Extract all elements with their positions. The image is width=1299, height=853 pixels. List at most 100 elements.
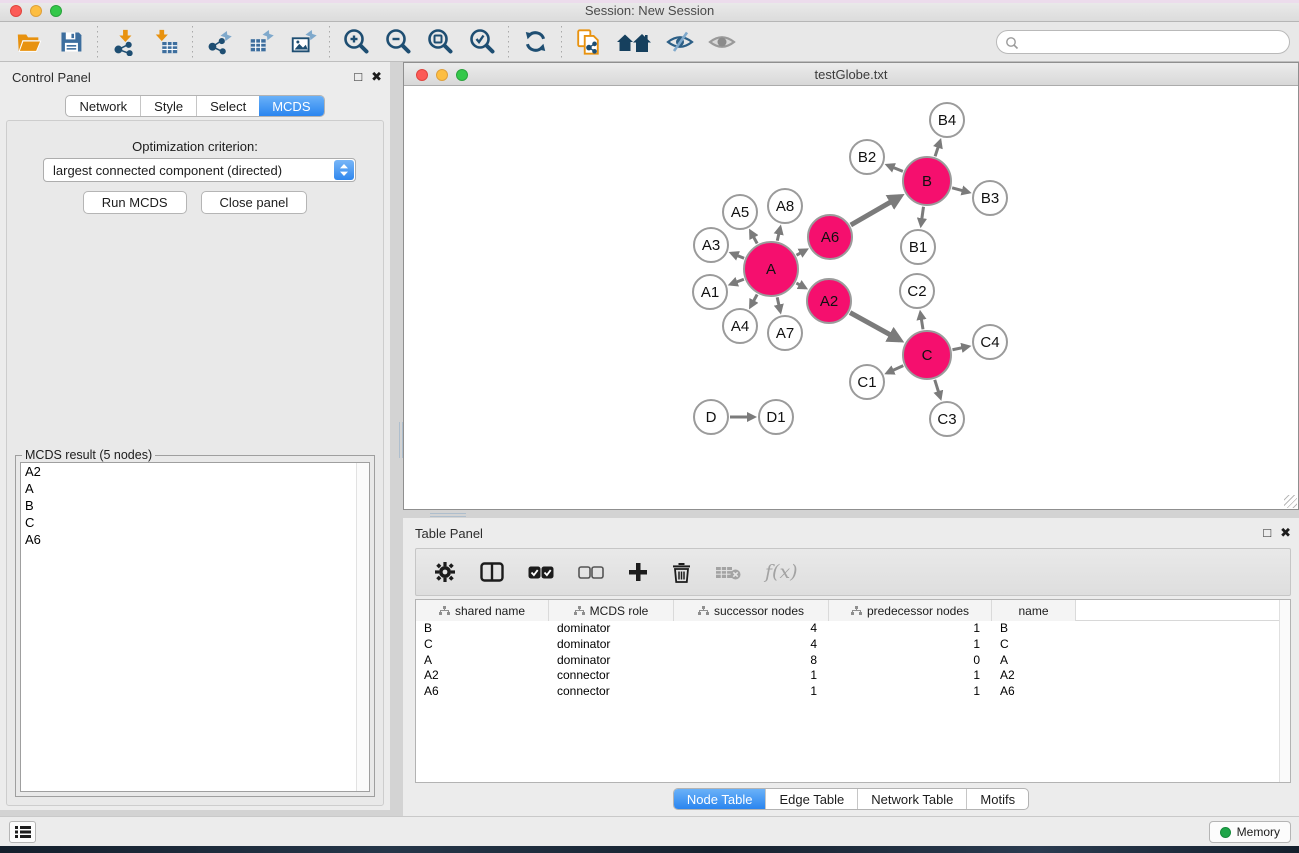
toolbar-separator: [561, 26, 562, 58]
table-row[interactable]: A2connector11A2: [416, 668, 1290, 684]
table-cell: A2: [416, 668, 549, 684]
zoom-out-button[interactable]: [377, 24, 419, 60]
close-panel-button[interactable]: Close panel: [201, 191, 308, 214]
task-history-button[interactable]: [9, 821, 36, 843]
column-header-name[interactable]: name: [992, 600, 1076, 621]
table-row[interactable]: Cdominator41C: [416, 637, 1290, 653]
graph-node-A5[interactable]: A5: [723, 195, 757, 229]
zoom-fit-button[interactable]: [419, 24, 461, 60]
graph-node-D[interactable]: D: [694, 400, 728, 434]
mcds-result-item[interactable]: A6: [21, 531, 369, 548]
graph-node-C[interactable]: C: [903, 331, 951, 379]
clone-network-button[interactable]: [567, 24, 609, 60]
table-toolbar: f(x): [415, 548, 1291, 596]
float-panel-icon[interactable]: □: [354, 69, 362, 85]
mcds-result-item[interactable]: A: [21, 480, 369, 497]
graph-node-label: A2: [820, 293, 838, 310]
column-header-successor-nodes[interactable]: successor nodes: [674, 600, 829, 621]
result-list-scrollbar[interactable]: [356, 463, 369, 791]
search-input[interactable]: [1023, 33, 1281, 51]
graph-node-A6[interactable]: A6: [808, 215, 852, 259]
mcds-result-item[interactable]: C: [21, 514, 369, 531]
graph-node-A7[interactable]: A7: [768, 316, 802, 350]
graph-edge-A-A1: [731, 279, 744, 284]
column-header-label: successor nodes: [714, 604, 804, 618]
table-cell: 8: [674, 653, 829, 669]
criterion-select[interactable]: largest connected component (directed): [43, 158, 356, 182]
zoom-in-button[interactable]: [335, 24, 377, 60]
export-table-button[interactable]: [240, 24, 282, 60]
splitter-handle-vertical[interactable]: [399, 422, 403, 458]
close-panel-icon[interactable]: ✖: [1280, 525, 1291, 541]
show-all-button[interactable]: [701, 24, 743, 60]
graph-node-label: A5: [731, 204, 749, 221]
graph-node-label: B3: [981, 190, 999, 207]
first-neighbors-button[interactable]: [609, 24, 659, 60]
table-row[interactable]: Bdominator41B: [416, 621, 1290, 637]
column-header-label: shared name: [455, 604, 525, 618]
refresh-layout-button[interactable]: [514, 24, 556, 60]
graph-node-B3[interactable]: B3: [973, 181, 1007, 215]
destroy-table-button[interactable]: [715, 564, 741, 580]
tab-network-table[interactable]: Network Table: [857, 789, 966, 809]
column-header-shared-name[interactable]: shared name: [416, 600, 549, 621]
table-row[interactable]: A6connector11A6: [416, 684, 1290, 700]
table-cell: 0: [829, 653, 992, 669]
graph-node-A3[interactable]: A3: [694, 228, 728, 262]
graph-node-A2[interactable]: A2: [807, 279, 851, 323]
save-session-button[interactable]: [50, 24, 92, 60]
float-panel-icon[interactable]: □: [1263, 525, 1271, 541]
graph-node-B2[interactable]: B2: [850, 140, 884, 174]
close-panel-icon[interactable]: ✖: [371, 69, 382, 85]
memory-button[interactable]: Memory: [1209, 821, 1291, 843]
graph-node-B4[interactable]: B4: [930, 103, 964, 137]
delete-column-button[interactable]: [672, 562, 691, 583]
show-column-panel-button[interactable]: [480, 562, 504, 582]
zoom-selected-button[interactable]: [461, 24, 503, 60]
mcds-panel: Optimization criterion: largest connecte…: [6, 120, 384, 806]
import-network-button[interactable]: [103, 24, 145, 60]
tab-style[interactable]: Style: [140, 96, 196, 116]
mcds-result-item[interactable]: B: [21, 497, 369, 514]
graph-node-B[interactable]: B: [903, 157, 951, 205]
deselect-all-columns-button[interactable]: [578, 566, 604, 579]
graph-node-A1[interactable]: A1: [693, 275, 727, 309]
gear-icon: [434, 561, 456, 583]
graph-node-C2[interactable]: C2: [900, 274, 934, 308]
mcds-result-item[interactable]: A2: [21, 463, 369, 480]
tab-mcds[interactable]: MCDS: [259, 96, 323, 116]
open-session-button[interactable]: [8, 24, 50, 60]
graph-node-A[interactable]: A: [744, 242, 798, 296]
splitter-handle-horizontal[interactable]: [430, 513, 466, 517]
hide-selected-button[interactable]: [659, 24, 701, 60]
run-mcds-button[interactable]: Run MCDS: [83, 191, 187, 214]
tab-select[interactable]: Select: [196, 96, 259, 116]
tab-edge-table[interactable]: Edge Table: [765, 789, 857, 809]
network-canvas[interactable]: B4 B2 B B3 A5 A8A6 B1 A3 A A1 C2 A2 A4 A7 C4 C C1 C3 D D1: [404, 86, 1298, 509]
graph-node-C3[interactable]: C3: [930, 402, 964, 436]
table-settings-button[interactable]: [434, 561, 456, 583]
window-resize-grip[interactable]: [1284, 495, 1297, 508]
graph-node-C1[interactable]: C1: [850, 365, 884, 399]
create-column-button[interactable]: [628, 562, 648, 582]
select-all-columns-button[interactable]: [528, 566, 554, 579]
tab-motifs[interactable]: Motifs: [966, 789, 1028, 809]
export-table-icon: [247, 28, 275, 56]
table-cell: B: [992, 621, 1076, 637]
import-table-button[interactable]: [145, 24, 187, 60]
graph-node-D1[interactable]: D1: [759, 400, 793, 434]
table-cell: 1: [829, 684, 992, 700]
graph-node-C4[interactable]: C4: [973, 325, 1007, 359]
graph-node-B1[interactable]: B1: [901, 230, 935, 264]
tab-network[interactable]: Network: [66, 96, 140, 116]
function-builder-button[interactable]: f(x): [765, 561, 798, 583]
table-scrollbar[interactable]: [1279, 600, 1290, 782]
column-header-predecessor-nodes[interactable]: predecessor nodes: [829, 600, 992, 621]
tab-node-table[interactable]: Node Table: [674, 789, 766, 809]
graph-node-A8[interactable]: A8: [768, 189, 802, 223]
graph-node-A4[interactable]: A4: [723, 309, 757, 343]
column-header-MCDS-role[interactable]: MCDS role: [549, 600, 674, 621]
export-image-button[interactable]: [282, 24, 324, 60]
export-network-button[interactable]: [198, 24, 240, 60]
table-row[interactable]: Adominator80A: [416, 653, 1290, 669]
